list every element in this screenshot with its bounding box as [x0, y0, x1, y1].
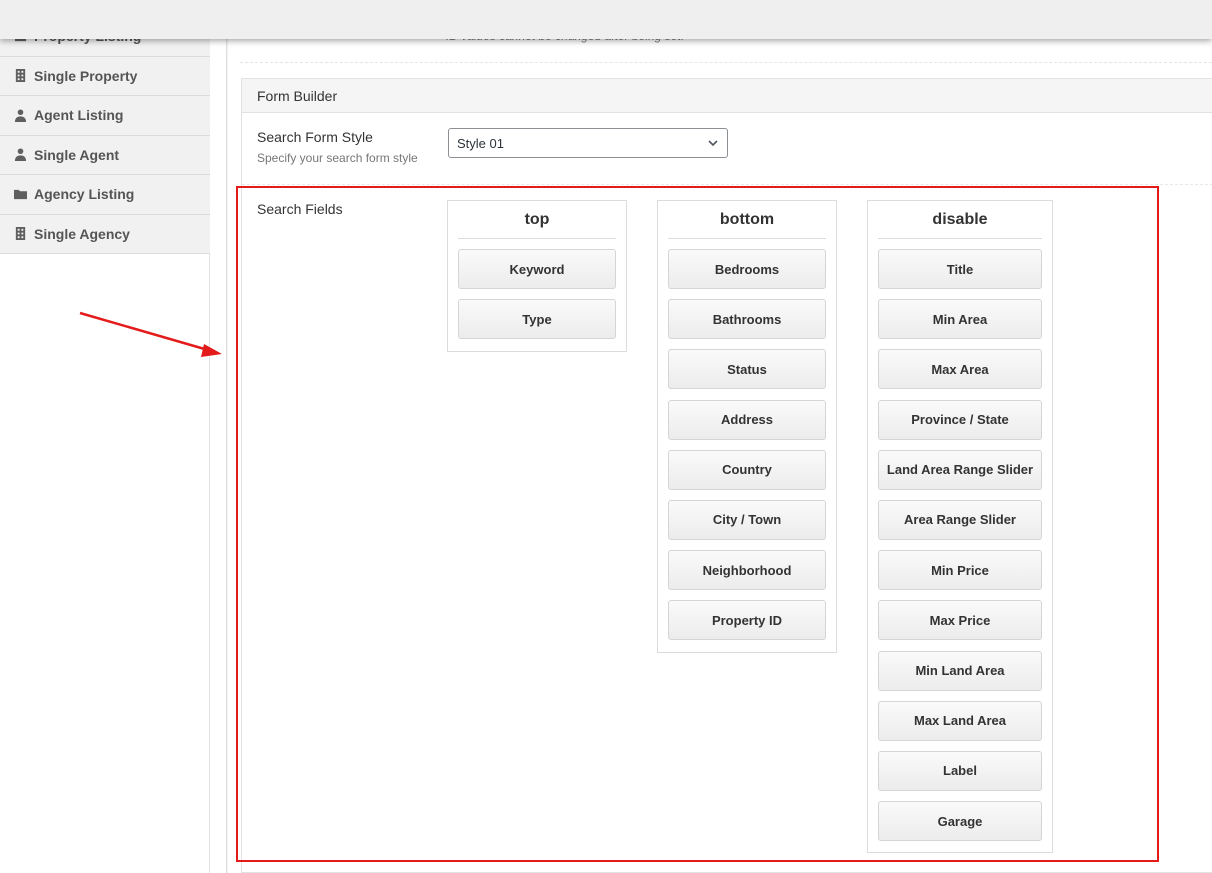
search-form-style-description: Specify your search form style [257, 151, 418, 165]
top-header-bar [0, 0, 1212, 39]
sidebar-item-label: Single Property [34, 67, 138, 84]
field-item[interactable]: Property ID [668, 600, 826, 641]
panel-divider [210, 0, 227, 873]
field-item[interactable]: Max Price [878, 600, 1042, 641]
sidebar-item-single-property[interactable]: Single Property [0, 57, 210, 96]
divider [242, 184, 1212, 185]
main-content: ID values cannot be changed after being … [228, 0, 1212, 873]
field-item[interactable]: Type [458, 299, 616, 340]
search-form-style-label: Search Form Style [257, 129, 373, 145]
user-icon [13, 148, 27, 162]
field-item[interactable]: Garage [878, 801, 1042, 842]
sidebar-item-agent-listing[interactable]: Agent Listing [0, 96, 210, 136]
sidebar-item-single-agent[interactable]: Single Agent [0, 136, 210, 175]
column-title: top [458, 201, 616, 239]
field-item[interactable]: Max Area [878, 349, 1042, 390]
sidebar-item-single-agency[interactable]: Single Agency [0, 215, 210, 254]
chevron-down-icon [708, 140, 718, 147]
field-item[interactable]: Min Area [878, 299, 1042, 340]
field-item[interactable]: Title [878, 249, 1042, 289]
field-item[interactable]: Max Land Area [878, 700, 1042, 741]
form-builder-panel: Form Builder Search Form Style Specify y… [241, 78, 1212, 873]
sidebar-item-agency-listing[interactable]: Agency Listing [0, 175, 210, 215]
field-item[interactable]: City / Town [668, 499, 826, 540]
building-icon [13, 69, 27, 83]
field-item[interactable]: Bathrooms [668, 299, 826, 340]
sidebar-item-label: Agency Listing [34, 186, 135, 203]
search-form-style-value: Style 01 [457, 135, 504, 151]
search-form-style-row: Search Form Style Specify your search fo… [257, 129, 418, 165]
field-item[interactable]: Label [878, 750, 1042, 791]
column-title: bottom [668, 201, 826, 239]
field-item[interactable]: Area Range Slider [878, 499, 1042, 540]
form-builder-title: Form Builder [242, 79, 1212, 113]
field-item[interactable]: Land Area Range Slider [878, 449, 1042, 490]
user-icon [13, 108, 27, 122]
field-item[interactable]: Neighborhood [668, 550, 826, 591]
field-item[interactable]: Status [668, 349, 826, 390]
field-column-top: top Keyword Type [447, 200, 627, 352]
search-form-style-select[interactable]: Style 01 [448, 128, 728, 158]
sidebar-menu: Property Listing Single Property Agent L… [0, 17, 210, 254]
folder-icon [13, 187, 27, 201]
column-title: disable [878, 201, 1042, 239]
sidebar-item-label: Single Agent [34, 146, 120, 163]
sidebar: Property Listing Single Property Agent L… [0, 0, 210, 873]
field-item[interactable]: Bedrooms [668, 249, 826, 289]
field-item[interactable]: Min Price [878, 550, 1042, 591]
sidebar-item-label: Single Agency [34, 225, 130, 242]
field-item[interactable]: Country [668, 449, 826, 490]
field-item[interactable]: Min Land Area [878, 650, 1042, 691]
divider [240, 62, 1212, 63]
sidebar-item-label: Agent Listing [34, 107, 124, 124]
building-icon [13, 227, 27, 241]
field-column-bottom: bottom Bedrooms Bathrooms Status Address… [657, 200, 837, 653]
page: Property Listing Single Property Agent L… [0, 0, 1212, 873]
field-column-disable: disable Title Min Area Max Area Province… [867, 200, 1053, 853]
field-item[interactable]: Province / State [878, 399, 1042, 440]
search-fields-label: Search Fields [257, 201, 343, 217]
field-item[interactable]: Address [668, 399, 826, 440]
field-item[interactable]: Keyword [458, 249, 616, 289]
